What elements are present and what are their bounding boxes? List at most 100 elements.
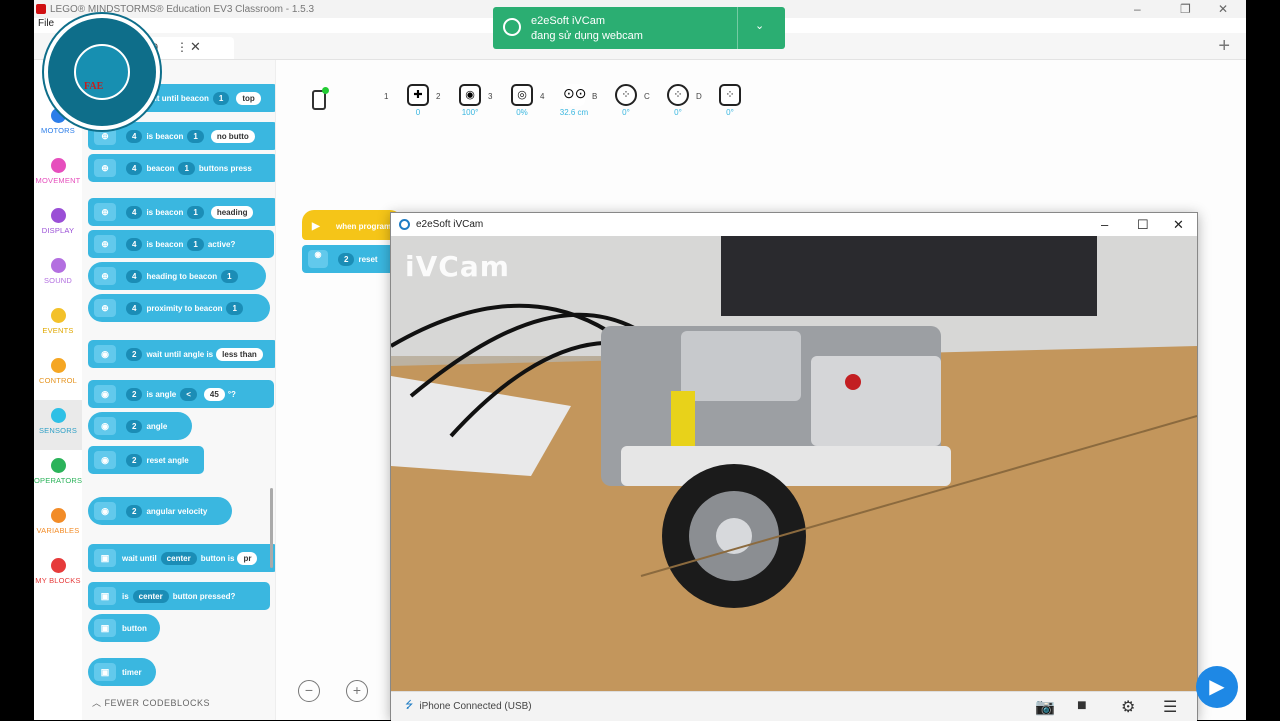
category-dot-icon — [50, 208, 66, 223]
brick-button-icon: ▣ — [94, 587, 116, 605]
close-icon[interactable]: ✕ — [1173, 217, 1184, 233]
category-sensors[interactable]: SENSORS — [34, 400, 82, 450]
block-param[interactable]: pr — [237, 551, 258, 565]
block-param[interactable]: 1 — [212, 91, 230, 105]
download-run-button[interactable]: ▶ — [1196, 666, 1238, 708]
close-icon[interactable]: ✕ — [1218, 2, 1228, 16]
block-is-beacon-active[interactable]: ⊕ 4 is beacon 1 active? — [88, 230, 274, 258]
block-param[interactable]: 4 — [126, 205, 143, 219]
category-operators[interactable]: OPERATORS — [34, 450, 82, 500]
divider — [737, 7, 738, 49]
connection-status: iPhone Connected (USB) — [419, 701, 532, 712]
block-param[interactable]: heading — [210, 205, 254, 219]
block-param[interactable]: 4 — [126, 269, 143, 283]
minimize-icon[interactable]: – — [1134, 2, 1141, 16]
block-is-beacon-heading[interactable]: ⊕ 4 is beacon 1 heading — [88, 198, 275, 226]
ev3-brick-icon[interactable] — [312, 87, 329, 110]
category-variables[interactable]: VARIABLES — [34, 500, 82, 550]
block-param[interactable]: 4 — [126, 301, 143, 315]
block-button[interactable]: ▣ button — [88, 614, 160, 642]
block-reset-angle[interactable]: ◉ 2 reset angle — [88, 446, 204, 474]
usb-icon: ⭍ — [405, 700, 414, 711]
block-param[interactable]: 2 — [126, 347, 143, 361]
block-param[interactable]: 1 — [187, 205, 204, 219]
chevron-down-icon[interactable]: ⌄ — [755, 19, 764, 32]
block-angular-velocity[interactable]: ◉ 2 angular velocity — [88, 497, 232, 525]
category-dot-icon — [50, 308, 66, 323]
block-param[interactable]: 2 — [126, 504, 143, 518]
port-d[interactable]: D ⁘ 0° — [696, 82, 750, 117]
fewer-codeblocks-button[interactable]: ︿ FEWER CODEBLOCKS — [92, 696, 210, 709]
block-angle[interactable]: ◉ 2 angle — [88, 412, 192, 440]
reset-block[interactable]: ◉ 2 reset — [302, 245, 402, 273]
block-param[interactable]: top — [236, 91, 261, 105]
tab-menu-icon[interactable]: ⋮ — [176, 40, 188, 54]
maximize-icon[interactable]: ❐ — [1180, 2, 1191, 16]
category-dot-icon — [50, 408, 66, 423]
block-text: heading to beacon — [146, 271, 218, 281]
block-param[interactable]: 2 — [338, 252, 355, 266]
block-param[interactable]: 45 — [203, 387, 225, 401]
gear-icon[interactable]: ⚙ — [1121, 697, 1135, 717]
tab-close-icon[interactable]: ✕ — [190, 39, 201, 55]
webcam-notification[interactable]: e2eSoft iVCam đang sử dụng webcam ⌄ — [493, 7, 785, 49]
block-param[interactable]: 1 — [178, 161, 195, 175]
block-param[interactable]: 1 — [187, 129, 204, 143]
block-param[interactable]: 1 — [187, 237, 204, 251]
block-timer[interactable]: ▣ timer — [88, 658, 156, 686]
block-proximity-to-beacon[interactable]: ⊕ 4 proximity to beacon 1 — [88, 294, 270, 322]
port-label: B — [592, 92, 598, 101]
block-beacon-buttons-pressed[interactable]: ⊕ 4 beacon 1 buttons press — [88, 154, 275, 182]
block-param[interactable]: 4 — [126, 237, 143, 251]
port-value: 0 — [415, 108, 421, 117]
port-4[interactable]: 4 ⊙⊙ 32.6 cm — [540, 82, 594, 117]
block-heading-to-beacon[interactable]: ⊕ 4 heading to beacon 1 — [88, 262, 266, 290]
maximize-icon[interactable]: ☐ — [1137, 217, 1149, 233]
block-wait-until-button[interactable]: ▣ wait until center button is pr — [88, 544, 275, 572]
when-program-starts-block[interactable]: ▶ when program — [302, 210, 402, 240]
port-2[interactable]: 2 ◉ 100° — [436, 82, 490, 117]
connected-dot-icon — [322, 87, 329, 94]
category-dot-icon — [50, 558, 66, 573]
block-param[interactable]: 2 — [126, 419, 143, 433]
category-control[interactable]: CONTROL — [34, 350, 82, 400]
block-param[interactable]: less than — [216, 347, 263, 361]
block-is-angle[interactable]: ◉ 2 is angle <45 °? — [88, 380, 274, 408]
block-param[interactable]: 1 — [221, 269, 238, 283]
camera-icon[interactable]: 📷 — [1035, 697, 1055, 717]
ivcam-window[interactable]: e2eSoft iVCam – ☐ ✕ iVCam ⭍ iPhone Conne… — [390, 212, 1198, 721]
block-param[interactable]: 4 — [126, 129, 143, 143]
category-my-blocks[interactable]: MY BLOCKS — [34, 550, 82, 600]
new-tab-icon[interactable]: + — [1218, 35, 1230, 58]
block-text: beacon — [146, 163, 175, 173]
port-1[interactable]: 1 ✚ 0 — [384, 82, 438, 117]
block-param[interactable]: center — [160, 551, 197, 565]
port-c[interactable]: C ⁘ 0° — [644, 82, 698, 117]
block-wait-until-beacon[interactable]: wait until beacon 1 top — [138, 84, 275, 112]
block-param[interactable]: center — [132, 589, 169, 603]
zoom-out-icon[interactable]: − — [298, 680, 320, 702]
category-events[interactable]: EVENTS — [34, 300, 82, 350]
zoom-in-icon[interactable]: + — [346, 680, 368, 702]
category-label: CONTROL — [38, 376, 78, 385]
port-b[interactable]: B ⁘ 0° — [592, 82, 646, 117]
university-logo: FAE — [44, 14, 160, 130]
category-sound[interactable]: SOUND — [34, 250, 82, 300]
category-display[interactable]: DISPLAY — [34, 200, 82, 250]
block-param[interactable]: 4 — [126, 161, 143, 175]
palette-scrollbar[interactable] — [270, 488, 273, 568]
block-param[interactable]: 2 — [126, 453, 143, 467]
menu-file[interactable]: File — [38, 18, 54, 29]
block-wait-until-angle[interactable]: ◉ 2 wait until angle is less than — [88, 340, 275, 368]
menu-icon[interactable]: ☰ — [1163, 697, 1177, 717]
video-record-icon[interactable]: ■ — [1077, 697, 1087, 715]
minimize-icon[interactable]: – — [1101, 217, 1108, 232]
block-is-button-pressed[interactable]: ▣ is center button pressed? — [88, 582, 270, 610]
block-text: wait until angle is — [146, 349, 214, 359]
port-3[interactable]: 3 ◎ 0% — [488, 82, 542, 117]
block-param[interactable]: < — [180, 387, 197, 401]
block-param[interactable]: 1 — [226, 301, 243, 315]
block-param[interactable]: 2 — [126, 387, 143, 401]
block-param[interactable]: no butto — [210, 129, 255, 143]
category-movement[interactable]: MOVEMENT — [34, 150, 82, 200]
